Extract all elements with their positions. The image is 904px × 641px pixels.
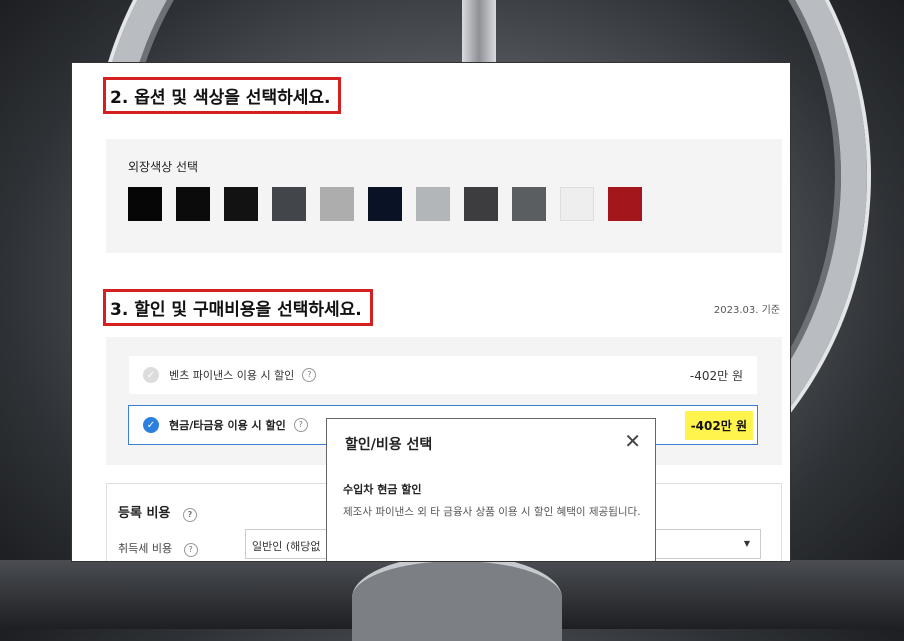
discount-option-price: -402만 원 (684, 410, 753, 440)
color-swatch[interactable] (272, 187, 306, 221)
color-swatch[interactable] (608, 187, 642, 221)
background-emblem-base (352, 555, 562, 641)
registration-title: 등록 비용 ? (118, 502, 197, 522)
exterior-color-label: 외장색상 선택 (128, 160, 199, 174)
color-swatch[interactable] (512, 187, 546, 221)
color-swatch[interactable] (224, 187, 258, 221)
acquisition-tax-label-text: 취득세 비용 (118, 542, 173, 555)
step2-title: 2. 옵션 및 색상을 선택하세요. (103, 77, 342, 114)
checked-circle-icon[interactable]: ✓ (143, 417, 159, 433)
discount-option-finance[interactable]: ✓ 벤츠 파이낸스 이용 시 할인 ? -402만 원 (128, 355, 758, 395)
discount-option-price: -402만 원 (689, 368, 743, 383)
color-swatch[interactable] (320, 187, 354, 221)
help-icon[interactable]: ? (183, 543, 198, 557)
color-swatch-list (128, 187, 642, 221)
help-icon[interactable]: ? (182, 508, 197, 522)
color-swatch[interactable] (176, 187, 210, 221)
color-swatch[interactable] (128, 187, 162, 221)
background-emblem-spoke (462, 0, 496, 70)
color-swatch[interactable] (464, 187, 498, 221)
configurator-panel: 2. 옵션 및 색상을 선택하세요. 외장색상 선택 3. 할인 및 구매비용을… (71, 62, 791, 562)
color-swatch[interactable] (560, 187, 594, 221)
modal-title: 할인/비용 선택 (345, 437, 433, 453)
step3-title: 3. 할인 및 구매비용을 선택하세요. (103, 289, 373, 326)
help-icon[interactable]: ? (293, 418, 308, 432)
help-icon[interactable]: ? (302, 368, 317, 382)
exterior-color-section: 외장색상 선택 (106, 139, 782, 253)
discount-option-label: 현금/타금융 이용 시 할인 (169, 419, 286, 432)
discount-option-label: 벤츠 파이낸스 이용 시 할인 (169, 369, 295, 382)
modal-description: 제조사 파이낸스 외 타 금융사 상품 이용 시 할인 혜택이 제공됩니다. (343, 506, 641, 518)
registration-title-text: 등록 비용 (118, 506, 171, 521)
color-swatch[interactable] (368, 187, 402, 221)
modal-subtitle: 수입차 현금 할인 (343, 483, 422, 496)
unchecked-circle-icon[interactable]: ✓ (143, 367, 159, 383)
acquisition-tax-select-value: 일반인 (해당없 (252, 540, 321, 553)
dropdown-arrow-icon: ▼ (743, 539, 750, 548)
base-date-note: 2023.03. 기준 (713, 305, 780, 316)
color-swatch[interactable] (416, 187, 450, 221)
close-icon[interactable]: ✕ (624, 429, 641, 453)
acquisition-tax-label: 취득세 비용 ? (118, 540, 198, 557)
discount-info-modal: 할인/비용 선택 ✕ 수입차 현금 할인 제조사 파이낸스 외 타 금융사 상품… (326, 418, 656, 561)
